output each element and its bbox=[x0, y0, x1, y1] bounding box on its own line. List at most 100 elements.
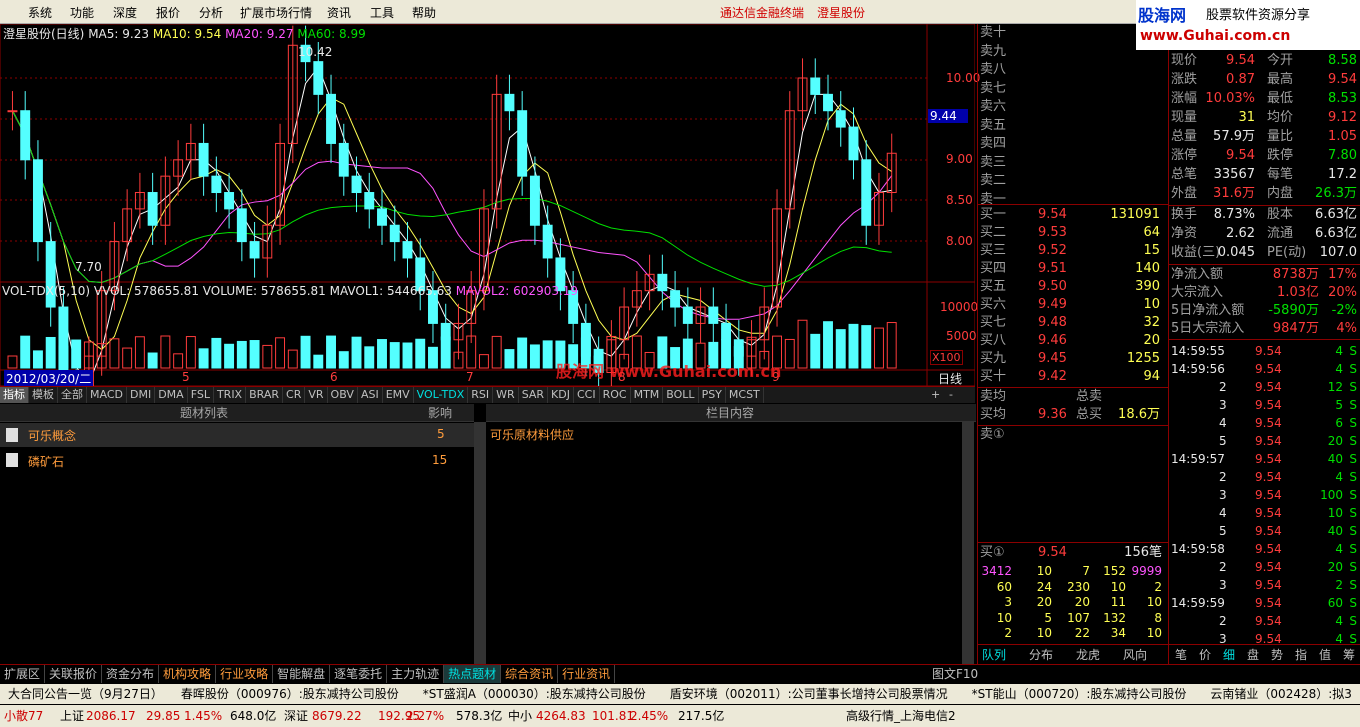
total-buy-label: 总买 bbox=[1076, 407, 1103, 422]
tab-kdj[interactable]: KDJ bbox=[548, 387, 574, 403]
tab-indicator[interactable]: 指标 bbox=[0, 387, 29, 403]
detail-tab[interactable]: 值 bbox=[1319, 646, 1331, 663]
kline-chart-area[interactable]: 澄星股份(日线) MA5: 9.23 MA10: 9.54 MA20: 9.27… bbox=[0, 24, 980, 387]
low-label: 7.70 bbox=[75, 260, 102, 274]
tick-price: 9.54 bbox=[1255, 542, 1282, 556]
f10-button[interactable]: 图文F10 bbox=[928, 665, 982, 683]
panel-tab[interactable]: 队列 bbox=[982, 646, 1006, 663]
tab-hot-topics[interactable]: 热点题材 bbox=[444, 665, 502, 683]
subject-row[interactable]: 磷矿石 15 bbox=[0, 447, 474, 473]
buy-level[interactable]: 买三 9.52 15 bbox=[980, 242, 1166, 260]
tab-related-quote[interactable]: 关联报价 bbox=[45, 665, 103, 683]
news-ticker[interactable]: 大合同公告一览（9月27日） 春晖股份（000976）:股东减持公司股份 *ST… bbox=[0, 684, 1360, 704]
tab-institution[interactable]: 机构攻略 bbox=[159, 665, 217, 683]
panel-tab[interactable]: 风向 bbox=[1123, 646, 1147, 663]
watermark: 股海网 www.Guhai.com.cn bbox=[556, 362, 782, 381]
tab-fund-distribution[interactable]: 资金分布 bbox=[102, 665, 160, 683]
tick-time: 2 bbox=[1219, 470, 1227, 484]
tab-template[interactable]: 模板 bbox=[29, 387, 58, 403]
detail-tab[interactable]: 指 bbox=[1295, 646, 1307, 663]
panel-tab[interactable]: 分布 bbox=[1029, 646, 1053, 663]
sell-level[interactable]: 卖五 bbox=[980, 117, 1166, 135]
menu-help[interactable]: 帮助 bbox=[412, 4, 436, 21]
tab-vol-tdx[interactable]: VOL-TDX bbox=[414, 387, 469, 403]
tab-all[interactable]: 全部 bbox=[58, 387, 87, 403]
tab-main-track[interactable]: 主力轨迹 bbox=[387, 665, 445, 683]
tab-general-news[interactable]: 综合资讯 bbox=[501, 665, 559, 683]
sell-level[interactable]: 卖六 bbox=[980, 98, 1166, 116]
tab-sar[interactable]: SAR bbox=[519, 387, 549, 403]
sell1-queue: 卖① bbox=[980, 426, 1005, 444]
menu-extended-market[interactable]: 扩展市场行情 bbox=[240, 4, 312, 21]
tab-extension[interactable]: 扩展区 bbox=[0, 665, 46, 683]
sell-level[interactable]: 卖三 bbox=[980, 154, 1166, 172]
menu-system[interactable]: 系统 bbox=[28, 4, 52, 21]
menu-tools[interactable]: 工具 bbox=[370, 4, 394, 21]
tab-psy[interactable]: PSY bbox=[699, 387, 726, 403]
sell-level[interactable]: 卖四 bbox=[980, 135, 1166, 153]
panel-tab[interactable]: 龙虎 bbox=[1076, 646, 1100, 663]
menu-quote[interactable]: 报价 bbox=[156, 4, 180, 21]
detail-tab[interactable]: 价 bbox=[1199, 646, 1211, 663]
zoom-out-button[interactable]: - bbox=[946, 387, 956, 403]
detail-tab[interactable]: 盘 bbox=[1247, 646, 1259, 663]
sell-level[interactable]: 卖八 bbox=[980, 61, 1166, 79]
subject-row[interactable]: 可乐概念 5 bbox=[0, 423, 474, 447]
tab-boll[interactable]: BOLL bbox=[663, 387, 699, 403]
sell-level[interactable]: 卖二 bbox=[980, 172, 1166, 190]
tick-row: 2 9.54 4 S bbox=[1171, 468, 1359, 486]
buy-level[interactable]: 买四 9.51 140 bbox=[980, 260, 1166, 278]
tab-mtm[interactable]: MTM bbox=[631, 387, 664, 403]
buy-level-label: 买九 bbox=[980, 351, 1007, 366]
tab-emv[interactable]: EMV bbox=[383, 387, 414, 403]
tab-dma[interactable]: DMA bbox=[155, 387, 188, 403]
menu-analysis[interactable]: 分析 bbox=[199, 4, 223, 21]
sell-level[interactable]: 卖七 bbox=[980, 80, 1166, 98]
buy-level[interactable]: 买八 9.46 20 bbox=[980, 332, 1166, 350]
detail-tab[interactable]: 势 bbox=[1271, 646, 1283, 663]
candle-body bbox=[147, 192, 158, 226]
tab-trix[interactable]: TRIX bbox=[214, 387, 247, 403]
buy-level[interactable]: 买七 9.48 32 bbox=[980, 314, 1166, 332]
tab-mcst[interactable]: MCST bbox=[726, 387, 764, 403]
quote-source[interactable]: 高级行情_上海电信2 bbox=[846, 705, 956, 727]
tab-wr[interactable]: WR bbox=[493, 387, 519, 403]
tab-smart-analysis[interactable]: 智能解盘 bbox=[273, 665, 331, 683]
tab-macd[interactable]: MACD bbox=[87, 387, 127, 403]
tab-cci[interactable]: CCI bbox=[574, 387, 600, 403]
buy-level[interactable]: 买六 9.49 10 bbox=[980, 296, 1166, 314]
content-scrollbar[interactable] bbox=[962, 422, 974, 664]
zoom-in-button[interactable]: + bbox=[928, 387, 943, 403]
period-label[interactable]: 日线 bbox=[938, 370, 962, 387]
tab-industry-news[interactable]: 行业资讯 bbox=[558, 665, 616, 683]
tab-cr[interactable]: CR bbox=[283, 387, 306, 403]
tab-obv[interactable]: OBV bbox=[328, 387, 358, 403]
detail-tab[interactable]: 细 bbox=[1223, 646, 1235, 663]
tick-row: 14:59:59 9.54 60 S bbox=[1171, 594, 1359, 612]
menu-depth[interactable]: 深度 bbox=[113, 4, 137, 21]
buy-level[interactable]: 买十 9.42 94 bbox=[980, 368, 1166, 386]
menu-news[interactable]: 资讯 bbox=[327, 4, 351, 21]
tab-rsi[interactable]: RSI bbox=[468, 387, 494, 403]
tab-roc[interactable]: ROC bbox=[600, 387, 631, 403]
detail-tab[interactable]: 笔 bbox=[1175, 646, 1187, 663]
date-cursor: 2012/03/20/二 bbox=[4, 370, 94, 387]
buy-level[interactable]: 买五 9.50 390 bbox=[980, 278, 1166, 296]
tab-dmi[interactable]: DMI bbox=[127, 387, 156, 403]
tab-asi[interactable]: ASI bbox=[358, 387, 383, 403]
tab-industry-guide[interactable]: 行业攻略 bbox=[216, 665, 274, 683]
buy-level[interactable]: 买一 9.54 131091 bbox=[980, 206, 1166, 224]
tab-vr[interactable]: VR bbox=[305, 387, 328, 403]
sz-pct: 2.27% bbox=[406, 709, 445, 723]
tick-time: 3 bbox=[1219, 488, 1227, 502]
tab-fsl[interactable]: FSL bbox=[188, 387, 214, 403]
buy-level-volume: 140 bbox=[1135, 261, 1160, 276]
kline-svg[interactable] bbox=[0, 24, 975, 386]
buy-level[interactable]: 买九 9.45 1255 bbox=[980, 350, 1166, 368]
tab-order-detail[interactable]: 逐笔委托 bbox=[330, 665, 388, 683]
menu-function[interactable]: 功能 bbox=[70, 4, 94, 21]
ticker-text[interactable]: 大合同公告一览（9月27日） 春晖股份（000976）:股东减持公司股份 *ST… bbox=[0, 687, 1352, 701]
buy-level[interactable]: 买二 9.53 64 bbox=[980, 224, 1166, 242]
tab-brar[interactable]: BRAR bbox=[246, 387, 284, 403]
detail-tab[interactable]: 筹 bbox=[1343, 646, 1355, 663]
